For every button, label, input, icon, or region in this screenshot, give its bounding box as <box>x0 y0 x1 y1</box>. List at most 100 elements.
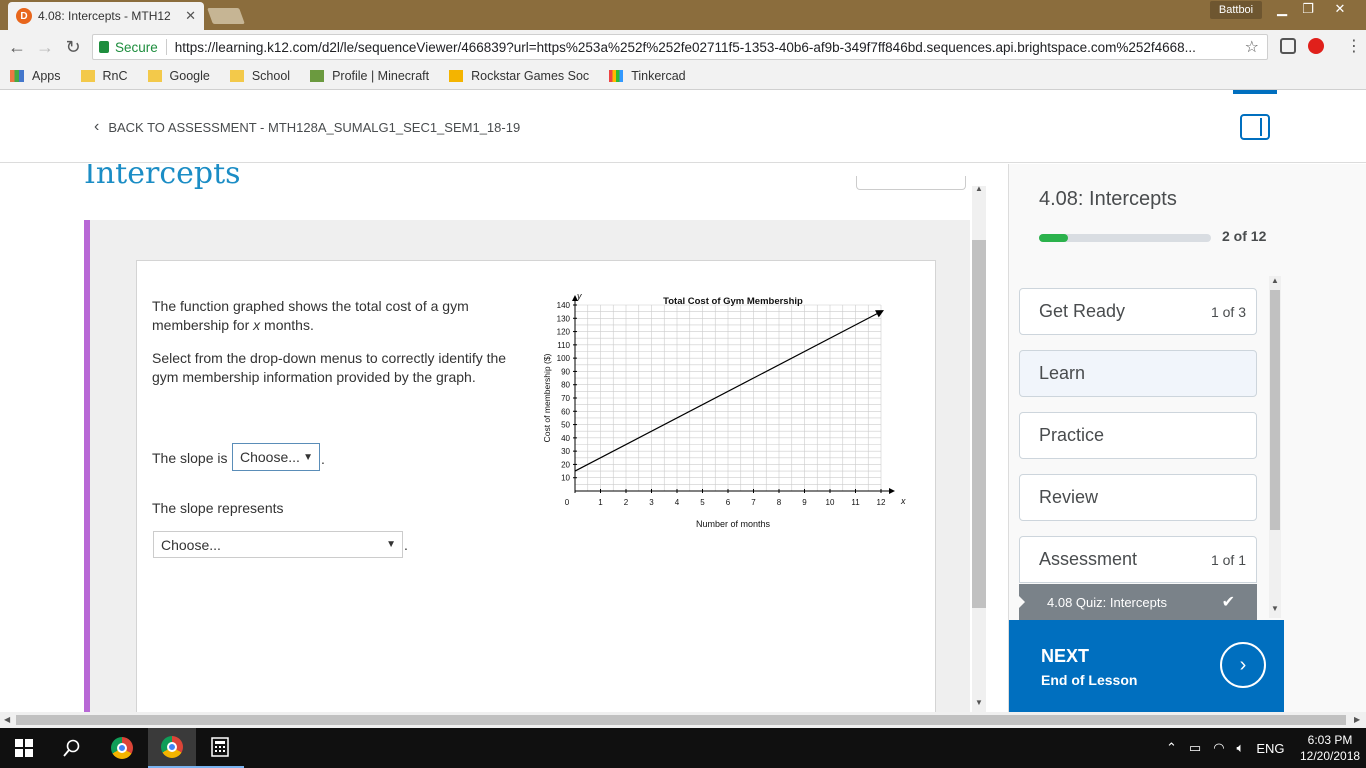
extension-icon[interactable] <box>1280 38 1296 54</box>
scroll-right-icon[interactable]: ▶ <box>1354 715 1360 724</box>
bookmark-minecraft[interactable]: Profile | Minecraft <box>310 69 429 83</box>
browser-toolbar: ← → ↻ Secure https://learning.k12.com/d2… <box>0 30 1366 62</box>
chart-tick-labels: 0 1 2 3 4 5 6 7 8 9 10 11 12102030405060708090100110… <box>557 301 886 507</box>
next-sublabel: End of Lesson <box>1041 672 1138 688</box>
calculator-icon[interactable] <box>196 728 244 768</box>
module-get-ready[interactable]: Get Ready 1 of 3 <box>1019 288 1257 335</box>
profile-button[interactable]: Battboi <box>1210 1 1262 19</box>
module-learn[interactable]: Learn <box>1019 350 1257 397</box>
module-label: Review <box>1039 487 1099 507</box>
lesson-title: Intercepts <box>84 164 241 191</box>
scroll-down-icon[interactable]: ▼ <box>1271 604 1279 613</box>
windows-start-icon[interactable] <box>0 728 48 768</box>
dropdown-value: Choose... <box>161 536 221 553</box>
question-card: The function graphed shows the total cos… <box>136 260 936 712</box>
quiz-item[interactable]: 4.08 Quiz: Intercepts ✔ <box>1019 584 1257 620</box>
page-header: ‹ BACK TO ASSESSMENT - MTH128A_SUMALG1_S… <box>0 90 1366 163</box>
x-tick-label: 9 <box>802 498 807 507</box>
scroll-up-icon[interactable]: ▲ <box>975 184 983 193</box>
back-arrow-icon[interactable]: ← <box>6 36 28 58</box>
x-tick-label: 0 <box>565 498 570 507</box>
bookmark-rockstar[interactable]: Rockstar Games Soc <box>449 69 589 83</box>
minimize-icon[interactable]: ▁ <box>1268 0 1296 18</box>
scroll-down-icon[interactable]: ▼ <box>975 698 983 707</box>
chrome-icon[interactable] <box>98 728 146 768</box>
scroll-up-icon[interactable]: ▲ <box>1271 276 1279 285</box>
bookmark-label: Google <box>169 68 210 83</box>
reload-icon[interactable]: ↻ <box>62 36 84 58</box>
chart-x-label: Number of months <box>696 519 771 529</box>
folder-icon <box>80 69 95 82</box>
close-window-icon[interactable]: ✕ <box>1326 0 1354 18</box>
content-scroll-thumb[interactable] <box>972 240 986 608</box>
module-practice[interactable]: Practice <box>1019 412 1257 459</box>
module-count: 1 of 3 <box>1210 303 1246 320</box>
apps-icon <box>10 69 24 82</box>
bookmark-school[interactable]: School <box>229 68 291 83</box>
bookmark-tinkercad[interactable]: Tinkercad <box>609 69 686 83</box>
y-tick-label: 60 <box>561 407 570 416</box>
url-text[interactable]: https://learning.k12.com/d2l/le/sequence… <box>175 40 1239 55</box>
slope-represents-dropdown[interactable]: Choose... ▼ <box>153 531 403 558</box>
next-button[interactable]: NEXT End of Lesson › <box>1009 620 1284 712</box>
clock[interactable]: 6:03 PM 12/20/2018 <box>1300 732 1360 764</box>
x-tick-label: 5 <box>700 498 705 507</box>
address-bar[interactable]: Secure https://learning.k12.com/d2l/le/s… <box>92 34 1268 60</box>
battery-icon[interactable]: ▭ <box>1189 740 1201 756</box>
lesson-sidebar: 4.08: Intercepts 2 of 12 Get Ready 1 of … <box>1008 164 1366 712</box>
bookmark-label: School <box>251 68 291 83</box>
bookmark-label: Profile | Minecraft <box>332 68 430 83</box>
bookmark-label: Rockstar Games Soc <box>471 68 590 83</box>
chevron-right-icon: › <box>1220 642 1266 688</box>
bookmark-apps[interactable]: Apps <box>10 69 61 83</box>
y-tick-label: 120 <box>557 328 571 337</box>
search-icon[interactable] <box>48 728 96 768</box>
y-tick-label: 130 <box>557 314 571 323</box>
back-link-label: BACK TO ASSESSMENT - MTH128A_SUMALG1_SEC… <box>108 119 521 135</box>
module-review[interactable]: Review <box>1019 474 1257 521</box>
chevron-up-icon[interactable]: ⌃ <box>1166 740 1177 756</box>
next-label: NEXT <box>1041 646 1090 666</box>
question-paragraph-2: Select from the drop-down menus to corre… <box>152 350 507 385</box>
opera-extension-icon[interactable] <box>1308 38 1324 54</box>
volume-icon[interactable]: 🔈︎ <box>1237 740 1245 756</box>
module-assessment[interactable]: Assessment 1 of 1 <box>1019 536 1257 583</box>
scroll-left-icon[interactable]: ◀ <box>4 715 10 724</box>
horizontal-scroll-thumb[interactable] <box>16 715 1346 725</box>
browser-tab-active[interactable]: D 4.08: Intercepts - MTH12 ✕ <box>8 2 204 30</box>
bookmark-google[interactable]: Google <box>147 68 210 83</box>
module-label: Practice <box>1039 425 1105 445</box>
back-to-assessment-link[interactable]: ‹ BACK TO ASSESSMENT - MTH128A_SUMALG1_S… <box>94 118 520 136</box>
restore-icon[interactable]: ❐ <box>1294 0 1322 18</box>
language-indicator[interactable]: ENG <box>1256 741 1284 756</box>
question-container: The function graphed shows the total cos… <box>84 220 970 712</box>
sidebar-scrollbar[interactable]: ▲ ▼ <box>1269 276 1281 618</box>
tinkercad-icon <box>609 69 624 82</box>
bookmark-star-icon[interactable]: ☆ <box>1245 37 1259 57</box>
wifi-icon[interactable]: ◠ <box>1213 740 1224 756</box>
forward-arrow-icon[interactable]: → <box>34 36 56 58</box>
caret-down-icon: ▼ <box>386 539 396 550</box>
slope-dropdown[interactable]: Choose... ▼ <box>232 443 320 471</box>
bookmark-rnc[interactable]: RnC <box>80 68 128 83</box>
chrome-active-icon[interactable] <box>148 728 196 768</box>
close-tab-icon[interactable]: ✕ <box>185 8 196 24</box>
title-control-outline <box>856 176 966 190</box>
caret-down-icon: ▼ <box>303 451 313 463</box>
sidebar-title: 4.08: Intercepts <box>1039 188 1177 210</box>
sidebar-scroll-thumb[interactable] <box>1270 290 1280 530</box>
x-tick-label: 4 <box>675 498 680 507</box>
checkmark-icon: ✔ <box>1221 594 1235 611</box>
gym-cost-chart: 0 1 2 3 4 5 6 7 8 9 10 11 12102030405060708090100110… <box>542 291 906 529</box>
bookmark-label: RnC <box>102 68 128 83</box>
content-scrollbar[interactable]: ▲ ▼ <box>972 184 986 712</box>
header-indicator <box>1233 90 1277 94</box>
question-text: months. <box>260 317 314 333</box>
chevron-left-icon: ‹ <box>94 118 100 135</box>
bookmark-label: Apps <box>32 68 61 83</box>
menu-kebab-icon[interactable]: ⋮ <box>1346 36 1362 56</box>
panel-toggle-icon[interactable] <box>1240 114 1270 140</box>
horizontal-scrollbar[interactable]: ◀ ▶ <box>0 712 1366 728</box>
new-tab-button[interactable] <box>207 8 245 24</box>
x-axis-arrow <box>889 488 895 494</box>
